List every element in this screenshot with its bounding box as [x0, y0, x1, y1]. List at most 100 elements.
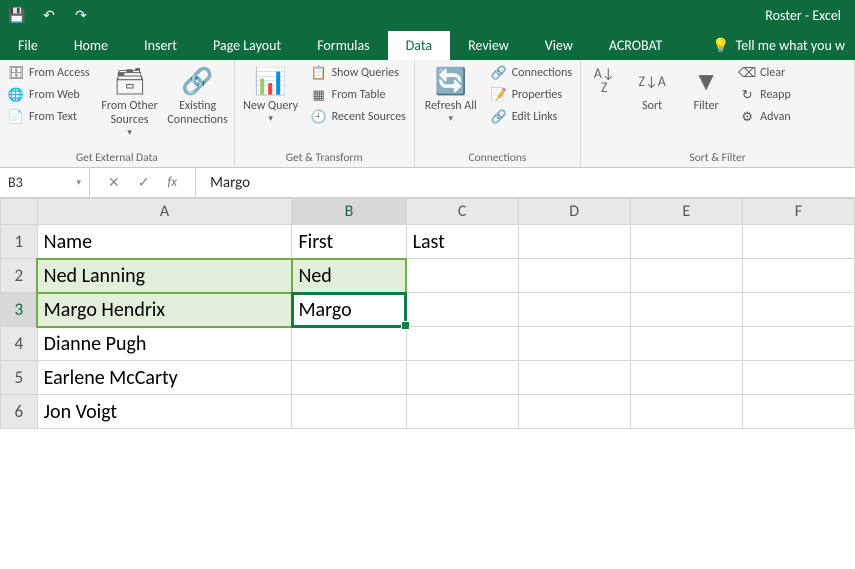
tab-view[interactable]: View	[527, 31, 591, 60]
cell-f2[interactable]	[742, 259, 854, 293]
col-header-b[interactable]: B	[292, 199, 406, 225]
recent-sources-button[interactable]: 🕘Recent Sources	[309, 108, 408, 126]
cell-e2[interactable]	[630, 259, 742, 293]
cell-a4[interactable]: Dianne Pugh	[37, 327, 292, 361]
tab-page-layout[interactable]: Page Layout	[195, 31, 299, 60]
select-all-corner[interactable]	[1, 199, 38, 225]
cell-f6[interactable]	[742, 395, 854, 429]
formula-value[interactable]: Margo	[196, 174, 264, 192]
column-header-row: A B C D E F	[1, 199, 855, 225]
sort-az-button[interactable]: A↓Z	[587, 64, 621, 98]
cell-b1[interactable]: First	[292, 225, 406, 259]
col-header-d[interactable]: D	[518, 199, 630, 225]
cell-d6[interactable]	[518, 395, 630, 429]
cell-a3[interactable]: Margo Hendrix	[37, 293, 292, 327]
edit-links-button[interactable]: 🔗Edit Links	[489, 108, 574, 126]
new-query-button[interactable]: 📊 New Query	[241, 64, 301, 124]
cell-a2[interactable]: Ned Lanning	[37, 259, 292, 293]
row-4: 4 Dianne Pugh	[1, 327, 855, 361]
connections-icon: 🔗	[491, 65, 507, 81]
cancel-icon[interactable]: ✕	[108, 174, 120, 191]
clear-filter-button[interactable]: ⌫Clear	[737, 64, 793, 82]
cell-e5[interactable]	[630, 361, 742, 395]
cell-c2[interactable]	[406, 259, 518, 293]
cell-a1[interactable]: Name	[37, 225, 292, 259]
tab-insert[interactable]: Insert	[126, 31, 195, 60]
cell-b2[interactable]: Ned	[292, 259, 406, 293]
cell-d1[interactable]	[518, 225, 630, 259]
filter-button[interactable]: ▼ Filter	[683, 64, 729, 114]
text-file-icon: 📄	[8, 109, 24, 125]
tab-file[interactable]: File	[0, 31, 56, 60]
reapply-button[interactable]: ↻Reapp	[737, 86, 793, 104]
cell-a6[interactable]: Jon Voigt	[37, 395, 292, 429]
col-header-c[interactable]: C	[406, 199, 518, 225]
refresh-icon: 🔄	[434, 64, 468, 98]
properties-button[interactable]: 📝Properties	[489, 86, 574, 104]
cell-a5[interactable]: Earlene McCarty	[37, 361, 292, 395]
row-header-3[interactable]: 3	[1, 293, 38, 327]
save-icon[interactable]: 💾	[6, 4, 28, 26]
fx-icon[interactable]: fx	[167, 175, 177, 190]
redo-icon[interactable]: ↷	[70, 4, 92, 26]
cell-b4[interactable]	[292, 327, 406, 361]
cell-d2[interactable]	[518, 259, 630, 293]
existing-connections-button[interactable]: 🔗 Existing Connections	[168, 64, 228, 128]
show-queries-button[interactable]: 📋Show Queries	[309, 64, 408, 82]
cell-b6[interactable]	[292, 395, 406, 429]
cell-e4[interactable]	[630, 327, 742, 361]
cell-f5[interactable]	[742, 361, 854, 395]
row-header-1[interactable]: 1	[1, 225, 38, 259]
cell-c3[interactable]	[406, 293, 518, 327]
cell-f3[interactable]	[742, 293, 854, 327]
sort-button[interactable]: Z↓A Sort	[629, 64, 675, 114]
connections-button[interactable]: 🔗Connections	[489, 64, 574, 82]
undo-icon[interactable]: ↶	[38, 4, 60, 26]
cell-c1[interactable]: Last	[406, 225, 518, 259]
advanced-icon: ⚙	[739, 109, 755, 125]
from-text-button[interactable]: 📄From Text	[6, 108, 92, 126]
cell-e1[interactable]	[630, 225, 742, 259]
cell-b3[interactable]: Margo	[292, 293, 406, 327]
tab-review[interactable]: Review	[450, 31, 527, 60]
recent-icon: 🕘	[311, 109, 327, 125]
tab-acrobat[interactable]: ACROBAT	[591, 31, 681, 60]
refresh-all-button[interactable]: 🔄 Refresh All	[421, 64, 481, 124]
cell-e6[interactable]	[630, 395, 742, 429]
tab-formulas[interactable]: Formulas	[299, 31, 387, 60]
cell-d3[interactable]	[518, 293, 630, 327]
from-other-sources-button[interactable]: 🗃 From Other Sources	[100, 64, 160, 138]
cell-b5[interactable]	[292, 361, 406, 395]
cell-d4[interactable]	[518, 327, 630, 361]
name-box[interactable]: B3	[0, 168, 90, 197]
cell-f4[interactable]	[742, 327, 854, 361]
cell-d5[interactable]	[518, 361, 630, 395]
from-table-button[interactable]: ▦From Table	[309, 86, 408, 104]
cell-f1[interactable]	[742, 225, 854, 259]
tell-me[interactable]: 💡 Tell me what you w	[702, 31, 855, 60]
cell-e3[interactable]	[630, 293, 742, 327]
query-icon: 📊	[254, 64, 288, 98]
from-access-button[interactable]: 🗄From Access	[6, 64, 92, 82]
spreadsheet[interactable]: A B C D E F 1 Name First Last 2 Ned Lann…	[0, 198, 855, 429]
row-header-6[interactable]: 6	[1, 395, 38, 429]
enter-icon[interactable]: ✓	[138, 174, 150, 191]
funnel-icon: ▼	[689, 64, 723, 98]
col-header-a[interactable]: A	[37, 199, 292, 225]
clear-icon: ⌫	[739, 65, 755, 81]
properties-icon: 📝	[491, 87, 507, 103]
row-header-2[interactable]: 2	[1, 259, 38, 293]
row-header-5[interactable]: 5	[1, 361, 38, 395]
cell-c4[interactable]	[406, 327, 518, 361]
row-header-4[interactable]: 4	[1, 327, 38, 361]
tab-data[interactable]: Data	[388, 31, 450, 60]
cell-c6[interactable]	[406, 395, 518, 429]
col-header-e[interactable]: E	[630, 199, 742, 225]
advanced-button[interactable]: ⚙Advan	[737, 108, 793, 126]
from-web-button[interactable]: 🌐From Web	[6, 86, 92, 104]
tab-home[interactable]: Home	[56, 31, 126, 60]
col-header-f[interactable]: F	[742, 199, 854, 225]
access-icon: 🗄	[8, 65, 24, 81]
db-icon: 🗃	[113, 64, 147, 98]
cell-c5[interactable]	[406, 361, 518, 395]
